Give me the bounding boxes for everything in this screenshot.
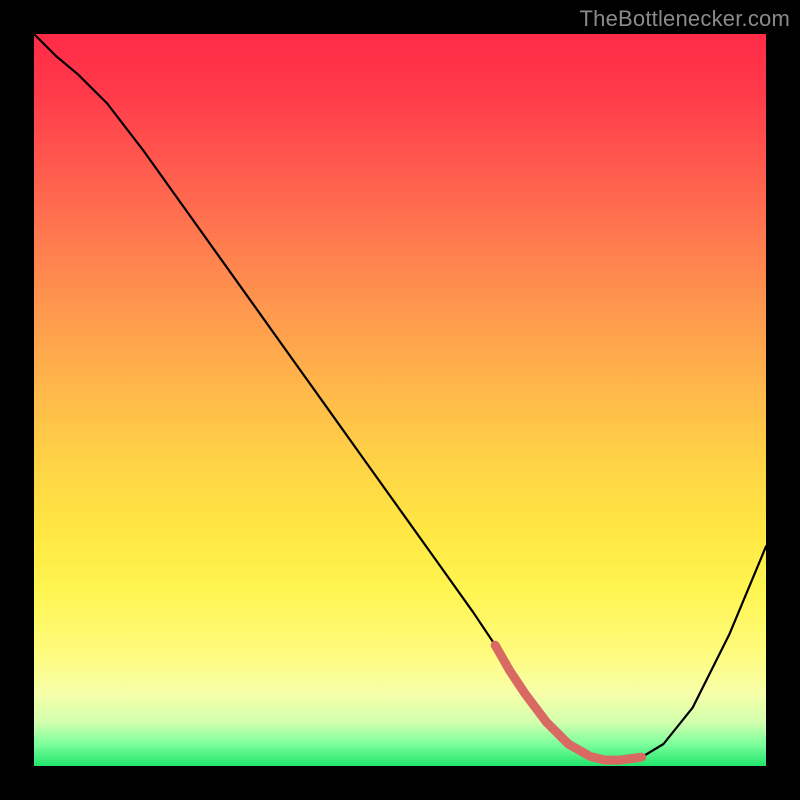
bottleneck-curve bbox=[34, 34, 766, 760]
bottleneck-highlight-segment bbox=[495, 645, 641, 760]
chart-svg bbox=[34, 34, 766, 766]
watermark-text: TheBottlenecker.com bbox=[580, 6, 790, 32]
chart-plot-area bbox=[34, 34, 766, 766]
